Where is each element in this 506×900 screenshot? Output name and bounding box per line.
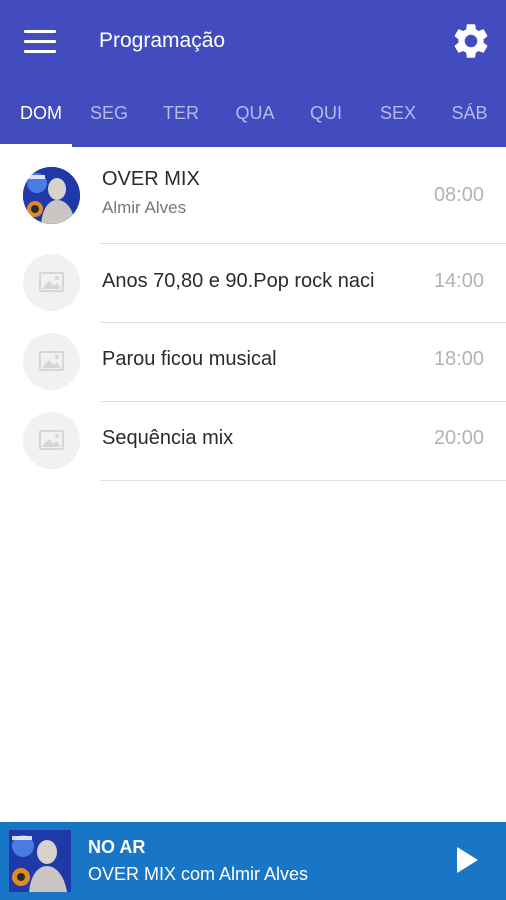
program-title: Anos 70,80 e 90.Pop rock naci bbox=[102, 270, 375, 292]
schedule-row[interactable]: Parou ficou musical 18:00 bbox=[0, 323, 506, 402]
divider bbox=[101, 480, 506, 481]
tab-dom[interactable]: DOM bbox=[0, 92, 82, 147]
program-time: 18:00 bbox=[433, 348, 484, 370]
on-air-label: NO AR bbox=[88, 837, 146, 857]
program-title: OVER MIX bbox=[102, 168, 200, 190]
program-title: Sequência mix bbox=[102, 427, 234, 449]
program-time: 14:00 bbox=[433, 270, 484, 292]
program-time: 20:00 bbox=[433, 427, 484, 449]
gear-icon[interactable] bbox=[450, 20, 492, 62]
host-photo bbox=[23, 167, 80, 224]
program-time: 08:00 bbox=[433, 184, 484, 206]
tab-qua[interactable]: QUA bbox=[218, 92, 292, 147]
tab-sab[interactable]: SÁB bbox=[433, 92, 506, 147]
image-placeholder-icon bbox=[23, 333, 80, 390]
schedule-row[interactable]: Sequência mix 20:00 bbox=[0, 402, 506, 481]
app-bar: Programação DOM SEG TER QUA QUI SEX SÁB bbox=[0, 0, 506, 147]
program-title: Parou ficou musical bbox=[102, 348, 277, 370]
now-playing-text: OVER MIX com Almir Alves bbox=[88, 864, 309, 884]
day-tabs: DOM SEG TER QUA QUI SEX SÁB bbox=[0, 92, 506, 147]
program-host: Almir Alves bbox=[102, 198, 187, 217]
tab-ter[interactable]: TER bbox=[144, 92, 218, 147]
schedule-list: OVER MIX Almir Alves 08:00 Anos 70,80 e … bbox=[0, 147, 506, 481]
schedule-row[interactable]: Anos 70,80 e 90.Pop rock naci 14:00 bbox=[0, 244, 506, 323]
schedule-row[interactable]: OVER MIX Almir Alves 08:00 bbox=[0, 147, 506, 244]
image-placeholder-icon bbox=[23, 254, 80, 311]
tab-sex[interactable]: SEX bbox=[361, 92, 435, 147]
page-title: Programação bbox=[99, 29, 226, 52]
now-playing-artwork bbox=[9, 830, 71, 892]
tab-seg[interactable]: SEG bbox=[72, 92, 146, 147]
now-playing-bar[interactable]: NO AR OVER MIX com Almir Alves bbox=[0, 822, 506, 900]
play-icon[interactable] bbox=[455, 846, 479, 874]
hamburger-menu-icon[interactable] bbox=[24, 30, 56, 54]
tab-qui[interactable]: QUI bbox=[289, 92, 363, 147]
image-placeholder-icon bbox=[23, 412, 80, 469]
